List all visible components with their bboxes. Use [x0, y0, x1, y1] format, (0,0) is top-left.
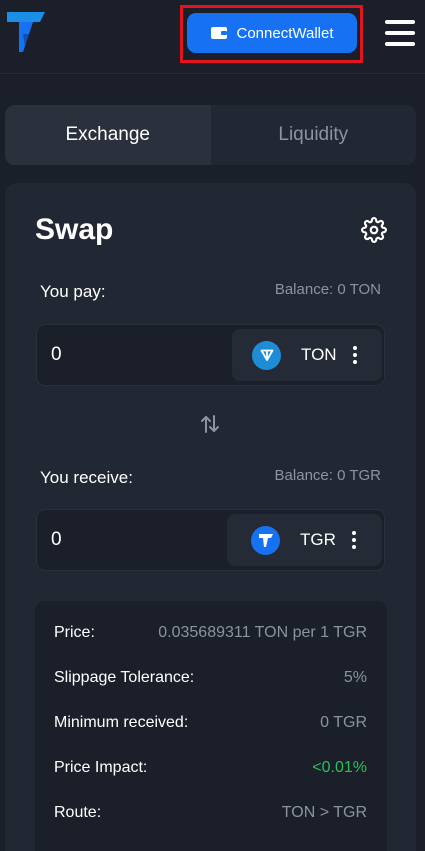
swap-arrows-icon[interactable] — [198, 412, 222, 436]
detail-key: Minimum received: — [54, 714, 189, 731]
menu-icon[interactable] — [385, 20, 415, 46]
app-logo[interactable] — [7, 12, 45, 52]
tab-liquidity[interactable]: Liquidity — [211, 105, 417, 165]
detail-value: <0.01% — [312, 759, 367, 776]
pay-token-name: TON — [301, 345, 337, 364]
pay-amount-input[interactable]: 0 — [51, 325, 62, 385]
pay-label: You pay: — [40, 282, 106, 301]
detail-row-minimum-received: Minimum received: 0 TGR — [54, 711, 367, 735]
swap-card: Swap You pay: Balance: 0 TON 0 TON You r… — [5, 183, 416, 851]
receive-token-selector[interactable]: TGR — [227, 514, 382, 566]
ton-token-icon — [252, 340, 281, 370]
wallet-icon — [210, 27, 227, 39]
detail-key: Price: — [54, 624, 95, 641]
connect-wallet-button[interactable]: ConnectWallet — [187, 13, 357, 53]
pay-token-selector[interactable]: TON — [232, 329, 382, 381]
detail-key: Price Impact: — [54, 759, 148, 776]
receive-amount-input[interactable]: 0 — [51, 510, 62, 570]
detail-key: Slippage Tolerance: — [54, 669, 195, 686]
detail-key: Route: — [54, 804, 102, 821]
detail-value: 0.035689311 TON per 1 TGR — [158, 624, 367, 641]
more-vertical-icon[interactable] — [351, 531, 356, 549]
pay-field: 0 TON — [36, 324, 385, 386]
detail-value: 0 TGR — [320, 714, 367, 731]
detail-row-route: Route: TON > TGR — [54, 801, 367, 825]
detail-row-price: Price: 0.035689311 TON per 1 TGR — [54, 621, 367, 645]
detail-row-slippage: Slippage Tolerance: 5% — [54, 666, 367, 690]
tab-exchange[interactable]: Exchange — [5, 105, 211, 165]
mode-tabs: Exchange Liquidity — [5, 105, 416, 165]
more-vertical-icon[interactable] — [352, 346, 357, 364]
detail-value: 5% — [343, 669, 367, 686]
receive-label: You receive: — [40, 468, 133, 487]
receive-balance: Balance: 0 TGR — [274, 467, 381, 484]
gear-icon[interactable] — [361, 217, 387, 243]
top-bar: ConnectWallet — [0, 0, 425, 74]
connect-wallet-label: ConnectWallet — [236, 24, 334, 42]
swap-details-panel: Price: 0.035689311 TON per 1 TGR Slippag… — [35, 601, 387, 851]
pay-balance: Balance: 0 TON — [274, 281, 381, 298]
detail-row-price-impact: Price Impact: <0.01% — [54, 756, 367, 780]
receive-field: 0 TGR — [36, 509, 385, 571]
receive-token-name: TGR — [300, 530, 336, 549]
detail-value: TON > TGR — [281, 804, 367, 821]
swap-title: Swap — [35, 213, 114, 246]
tgr-token-icon — [251, 525, 280, 555]
